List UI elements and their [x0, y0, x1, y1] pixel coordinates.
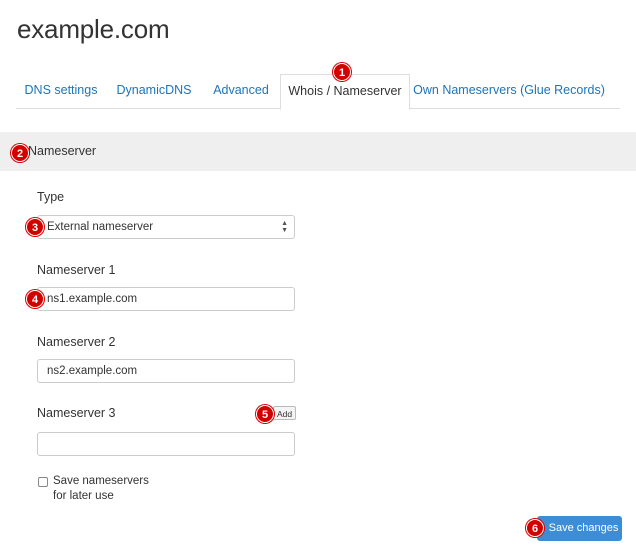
- nameserver-1-label: Nameserver 1: [37, 263, 116, 277]
- save-nameservers-checkbox[interactable]: [38, 477, 48, 487]
- nameserver-2-label: Nameserver 2: [37, 335, 116, 349]
- nameserver-1-input[interactable]: [37, 287, 295, 311]
- type-select-value: External nameserver: [47, 221, 154, 233]
- marker-4: 4: [26, 290, 44, 308]
- save-nameservers-label-line2: for later use: [53, 490, 114, 502]
- page-title: example.com: [17, 14, 170, 44]
- add-nameserver-button[interactable]: Add: [273, 406, 296, 420]
- tab-dns-settings[interactable]: DNS settings: [16, 74, 106, 107]
- marker-5: 5: [256, 405, 274, 423]
- tab-advanced[interactable]: Advanced: [202, 74, 280, 107]
- tab-bar: DNS settings DynamicDNS Advanced Whois /…: [16, 74, 620, 110]
- section-title: Nameserver: [28, 144, 97, 158]
- tab-dynamicdns[interactable]: DynamicDNS: [108, 74, 200, 107]
- marker-2: 2: [11, 144, 29, 162]
- save-nameservers-label-line1: Save nameservers: [53, 475, 149, 487]
- select-arrows-icon: ▲ ▼: [281, 220, 288, 234]
- type-select[interactable]: External nameserver ▲ ▼: [37, 215, 295, 239]
- marker-3: 3: [26, 218, 44, 236]
- nameserver-3-input[interactable]: [37, 432, 295, 456]
- tab-own-nameservers[interactable]: Own Nameservers (Glue Records): [410, 74, 608, 107]
- nameserver-2-input[interactable]: [37, 359, 295, 383]
- save-changes-button[interactable]: Save changes: [537, 516, 622, 541]
- save-nameservers-label: Save nameservers for later use: [53, 474, 149, 504]
- nameserver-3-label: Nameserver 3: [37, 406, 116, 420]
- marker-6: 6: [526, 519, 544, 537]
- section-header: Nameserver: [0, 132, 636, 171]
- type-label: Type: [37, 190, 65, 204]
- marker-1: 1: [333, 63, 351, 81]
